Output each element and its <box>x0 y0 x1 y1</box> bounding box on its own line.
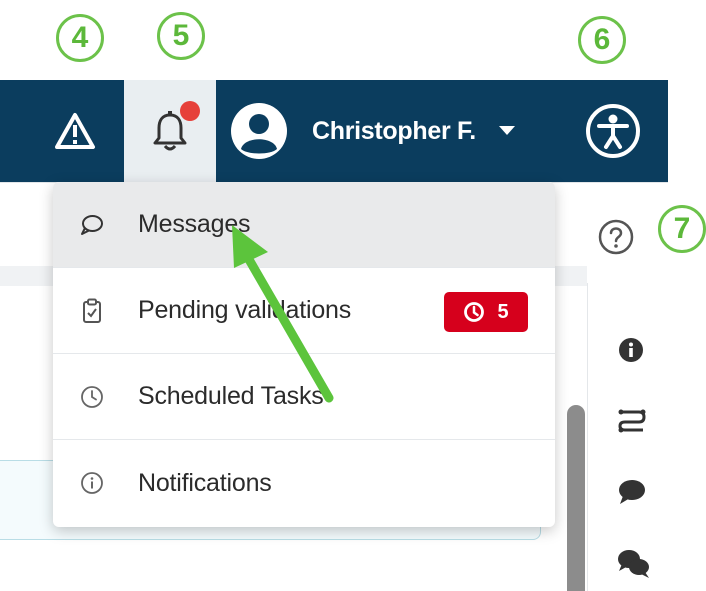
clock-icon <box>464 302 485 322</box>
top-navbar: Christopher F. <box>0 80 668 182</box>
menu-item-notifications[interactable]: Notifications <box>53 440 555 526</box>
accessibility-icon <box>586 104 640 158</box>
clipboard-check-icon <box>79 298 105 324</box>
callout-4: 4 <box>56 14 104 62</box>
warning-icon <box>55 113 95 149</box>
warning-button[interactable] <box>40 80 110 182</box>
info-icon[interactable] <box>617 336 645 364</box>
menu-item-label: Scheduled Tasks <box>138 382 324 410</box>
comment-icon[interactable] <box>617 478 647 506</box>
right-sidebar <box>587 283 669 591</box>
menu-item-scheduled-tasks[interactable]: Scheduled Tasks <box>53 354 555 440</box>
user-avatar-icon <box>231 103 287 159</box>
comments-icon[interactable] <box>617 548 651 580</box>
chevron-down-icon <box>498 126 515 135</box>
chat-bubble-icon <box>79 212 105 238</box>
callout-7: 7 <box>658 205 706 253</box>
user-menu-button[interactable]: Christopher F. <box>230 80 540 182</box>
clock-icon <box>79 384 105 410</box>
left-panel-header <box>0 182 55 267</box>
route-icon[interactable] <box>617 406 647 436</box>
notifications-dropdown: Messages Pending validations 5 Scheduled… <box>53 182 555 527</box>
menu-item-messages[interactable]: Messages <box>53 182 555 268</box>
menu-item-label: Messages <box>138 210 251 238</box>
pending-count-badge: 5 <box>444 292 528 332</box>
scrollbar-thumb[interactable] <box>567 405 585 591</box>
menu-item-pending-validations[interactable]: Pending validations 5 <box>53 268 555 354</box>
menu-item-label: Pending validations <box>138 296 352 324</box>
user-name: Christopher F. <box>312 116 476 145</box>
callout-6: 6 <box>578 16 626 64</box>
callout-5: 5 <box>157 12 205 60</box>
notifications-button[interactable] <box>124 80 216 182</box>
badge-count: 5 <box>497 300 509 323</box>
help-icon[interactable] <box>597 218 635 256</box>
menu-item-label: Notifications <box>138 468 272 497</box>
info-icon <box>79 470 105 496</box>
notification-dot <box>180 101 200 121</box>
accessibility-button[interactable] <box>578 80 648 182</box>
